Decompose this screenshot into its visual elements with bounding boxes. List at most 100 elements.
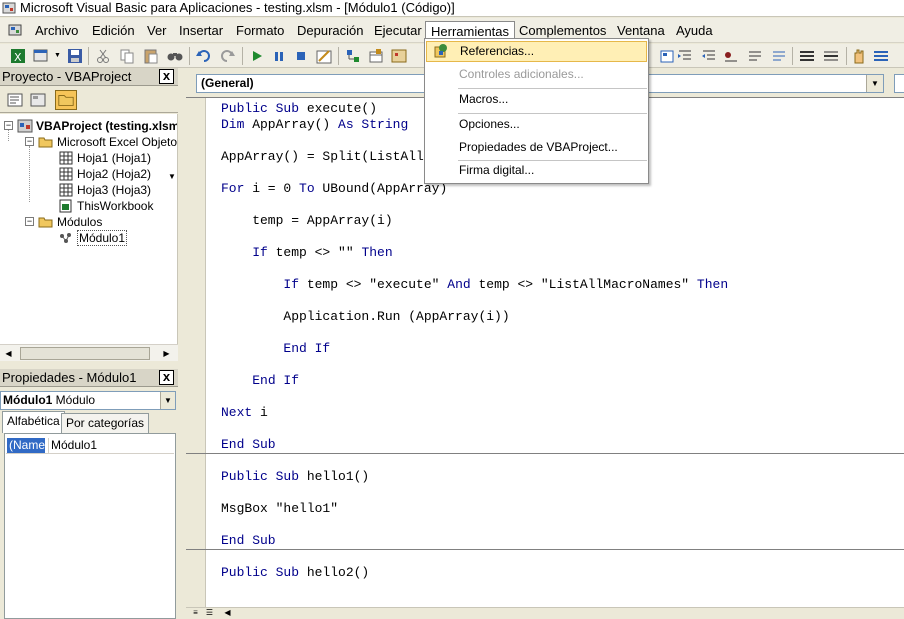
- tree-node-vbaproject[interactable]: VBAProject (testing.xlsm: [17, 118, 177, 134]
- paste-icon[interactable]: [142, 47, 160, 65]
- scroll-left-arrow-icon[interactable]: ◀: [222, 608, 233, 619]
- outdent-icon[interactable]: [700, 47, 718, 65]
- workbook-icon: [59, 199, 72, 213]
- svg-text:X: X: [14, 51, 22, 64]
- toolbar-separator: [88, 47, 89, 65]
- code-line: If temp <> "" Then: [252, 245, 393, 260]
- copy-icon[interactable]: [118, 47, 136, 65]
- menu-item-macros[interactable]: Macros...: [426, 89, 647, 110]
- undo-icon[interactable]: [195, 47, 213, 65]
- menu-item-controles-adicionales[interactable]: Controles adicionales...: [426, 64, 647, 85]
- reset-icon[interactable]: [292, 47, 310, 65]
- code-margin[interactable]: [186, 98, 206, 607]
- bookmark-toggle-icon[interactable]: [798, 47, 816, 65]
- menu-item-opciones[interactable]: Opciones...: [426, 114, 647, 135]
- uncomment-block-icon[interactable]: [770, 47, 788, 65]
- worksheet-icon: [59, 183, 73, 197]
- properties-pane-close-button[interactable]: x: [159, 370, 174, 385]
- property-row[interactable]: (Name) Módulo1: [6, 438, 174, 454]
- tree-item-modulo1[interactable]: Módulo1: [58, 230, 128, 246]
- save-icon[interactable]: [66, 47, 84, 65]
- menu-ayuda[interactable]: Ayuda: [671, 21, 718, 40]
- code-line: Dim AppArray() As String: [221, 117, 409, 132]
- properties-object-name: Módulo1: [3, 393, 53, 407]
- code-line: End Sub: [221, 437, 276, 452]
- clear-bookmarks-icon[interactable]: [872, 47, 890, 65]
- tree-folder-modules[interactable]: Módulos: [38, 214, 102, 230]
- menu-depuracion[interactable]: Depuración: [292, 21, 369, 40]
- excel-view-icon[interactable]: X: [9, 47, 27, 65]
- run-icon[interactable]: [248, 47, 266, 65]
- hand-icon[interactable]: [850, 47, 868, 65]
- tree-item-hoja2[interactable]: Hoja2 (Hoja2): [58, 166, 151, 182]
- code-line: Next i: [221, 405, 268, 420]
- object-combo-value: (General): [201, 76, 254, 90]
- comment-block-icon[interactable]: [746, 47, 764, 65]
- module-icon: [60, 233, 71, 243]
- pane-splitter[interactable]: [178, 68, 186, 619]
- break-icon[interactable]: [270, 47, 288, 65]
- modules-collapse-icon[interactable]: −: [25, 217, 34, 226]
- menu-formato[interactable]: Formato: [231, 21, 289, 40]
- scroll-right-arrow-icon[interactable]: ▶: [160, 347, 173, 360]
- code-line: MsgBox "hello1": [221, 501, 339, 516]
- menu-item-propiedades-vbaproject[interactable]: Propiedades de VBAProject...: [426, 137, 647, 158]
- tab-por-categorias[interactable]: Por categorías: [61, 413, 150, 433]
- toolbox-icon[interactable]: [658, 47, 676, 65]
- tree-item-hoja3[interactable]: Hoja3 (Hoja3): [58, 182, 151, 198]
- menu-item-firma-digital[interactable]: Firma digital...: [426, 160, 647, 181]
- toggle-breakpoint-icon[interactable]: [722, 47, 740, 65]
- tab-alfabetica[interactable]: Alfabética: [2, 411, 65, 433]
- system-menu-icon[interactable]: [6, 22, 26, 39]
- menu-archivo[interactable]: Archivo: [30, 21, 83, 40]
- folder-icon: [58, 95, 74, 106]
- toolbar-separator: [846, 47, 847, 65]
- scroll-left-arrow-icon[interactable]: ◀: [2, 347, 15, 360]
- scroll-down-arrow-icon[interactable]: ▼: [168, 172, 176, 181]
- chevron-down-icon[interactable]: ▼: [866, 75, 883, 92]
- insert-userform-icon[interactable]: [32, 47, 50, 65]
- find-icon[interactable]: [166, 47, 184, 65]
- menu-ejecutar[interactable]: Ejecutar: [369, 21, 427, 40]
- chevron-down-icon[interactable]: ▼: [160, 392, 175, 409]
- herramientas-menu: Referencias... Controles adicionales... …: [424, 38, 649, 184]
- tree-folder-excel-objects[interactable]: Microsoft Excel Objetos: [38, 134, 177, 150]
- view-code-icon[interactable]: [4, 90, 26, 110]
- tree-item-thisworkbook[interactable]: ThisWorkbook: [58, 198, 153, 214]
- menu-edicion[interactable]: Edición: [87, 21, 140, 40]
- property-name: (Name): [7, 438, 50, 453]
- cut-icon[interactable]: [94, 47, 112, 65]
- worksheet-icon: [59, 167, 73, 181]
- scrollbar-thumb[interactable]: [20, 347, 150, 360]
- title-bar: Microsoft Visual Basic para Aplicaciones…: [0, 0, 904, 17]
- next-bookmark-icon[interactable]: [822, 47, 840, 65]
- full-module-view-icon[interactable]: ☰: [204, 608, 215, 619]
- folder-open-icon: [38, 137, 53, 148]
- project-pane-vertical-scrollbar[interactable]: ▼: [168, 87, 178, 344]
- redo-icon[interactable]: [218, 47, 236, 65]
- project-pane-close-button[interactable]: x: [159, 69, 174, 84]
- toggle-folders-button[interactable]: [55, 90, 77, 110]
- menu-insertar[interactable]: Insertar: [174, 21, 228, 40]
- view-object-icon[interactable]: [27, 90, 49, 110]
- procedure-view-icon[interactable]: ≡: [190, 608, 201, 619]
- indent-icon[interactable]: [676, 47, 694, 65]
- properties-grid: (Name) Módulo1: [4, 433, 176, 619]
- menu-item-referencias[interactable]: Referencias...: [426, 41, 647, 62]
- toolbar-separator: [792, 47, 793, 65]
- root-collapse-icon[interactable]: −: [4, 121, 13, 130]
- tree-item-hoja1[interactable]: Hoja1 (Hoja1): [58, 150, 151, 166]
- design-mode-icon[interactable]: [315, 47, 333, 65]
- excel-objects-collapse-icon[interactable]: −: [25, 137, 34, 146]
- property-value[interactable]: Módulo1: [48, 438, 97, 453]
- properties-object-select[interactable]: Módulo1 Módulo ▼: [0, 391, 176, 410]
- code-line: Public Sub hello1(): [221, 469, 370, 484]
- project-explorer-icon[interactable]: [344, 47, 362, 65]
- tree-line: [29, 146, 30, 202]
- insert-dropdown-arrow-icon[interactable]: ▼: [54, 52, 61, 59]
- properties-window-icon[interactable]: [367, 47, 385, 65]
- project-pane-horizontal-scrollbar[interactable]: ◀ ▶: [0, 344, 178, 361]
- procedure-combo[interactable]: [894, 74, 904, 93]
- object-browser-icon[interactable]: [390, 47, 408, 65]
- menu-ver[interactable]: Ver: [142, 21, 172, 40]
